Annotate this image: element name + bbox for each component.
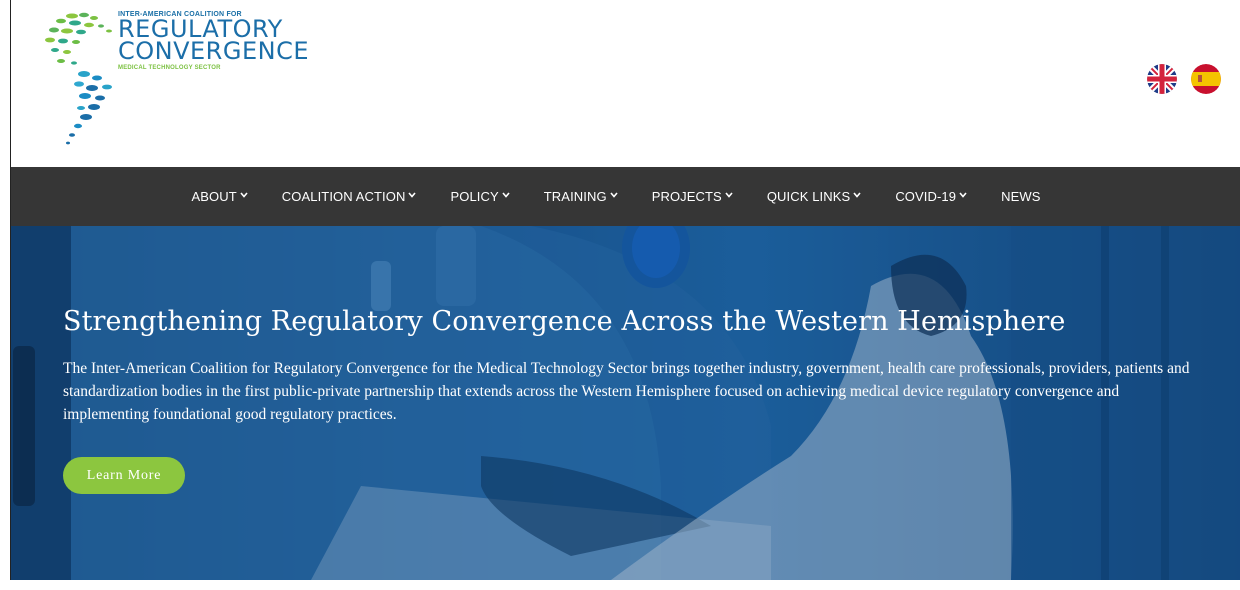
nav-item-label: COALITION ACTION [281, 189, 406, 204]
hero-title: Strengthening Regulatory Convergence Acr… [63, 306, 1066, 337]
uk-flag-icon[interactable] [1147, 64, 1177, 94]
chevron-down-icon [502, 191, 510, 200]
chevron-down-icon [853, 191, 861, 200]
nav-item-label: PROJECTS [651, 189, 722, 204]
nav-item-policy[interactable]: POLICY [433, 189, 526, 204]
language-switcher [1147, 64, 1221, 94]
nav-item-label: TRAINING [543, 189, 607, 204]
nav-item-label: POLICY [450, 189, 499, 204]
main-nav: ABOUT COALITION ACTION POLICY TRAINING PROJE… [11, 167, 1240, 226]
chevron-down-icon [408, 191, 417, 200]
chevron-down-icon [959, 191, 967, 200]
chevron-down-icon [610, 191, 618, 200]
nav-item-label: ABOUT [191, 189, 237, 204]
logo-sector: MEDICAL TECHNOLOGY SECTOR [118, 65, 221, 71]
footer-gap [10, 580, 1240, 590]
site-logo[interactable]: INTER-AMERICAN COALITION FOR REGULATORY … [39, 8, 339, 153]
nav-item-label: NEWS [1001, 189, 1041, 204]
chevron-down-icon [240, 191, 248, 200]
learn-more-button[interactable]: Learn More [63, 457, 185, 494]
logo-line-2: CONVERGENCE [118, 37, 309, 65]
spain-flag-icon[interactable] [1191, 64, 1221, 94]
nav-item-label: COVID-19 [895, 189, 957, 204]
nav-item-coalition-action[interactable]: COALITION ACTION [265, 189, 434, 204]
site-header: INTER-AMERICAN COALITION FOR REGULATORY … [11, 0, 1240, 167]
nav-item-projects[interactable]: PROJECTS [635, 189, 750, 204]
nav-item-training[interactable]: TRAINING [527, 189, 635, 204]
nav-item-about[interactable]: ABOUT [175, 189, 265, 204]
nav-item-quick-links[interactable]: QUICK LINKS [750, 189, 878, 204]
nav-item-news[interactable]: NEWS [984, 189, 1057, 204]
nav-item-label: QUICK LINKS [766, 189, 851, 204]
nav-item-covid-19[interactable]: COVID-19 [878, 189, 984, 204]
hero-description: The Inter-American Coalition for Regulat… [63, 360, 1190, 423]
hero-banner: Strengthening Regulatory Convergence Acr… [11, 226, 1240, 580]
chevron-down-icon [725, 191, 733, 200]
logo-mark-icon [45, 12, 112, 145]
page-frame: INTER-AMERICAN COALITION FOR REGULATORY … [10, 0, 1240, 580]
logo-text: INTER-AMERICAN COALITION FOR REGULATORY … [118, 11, 309, 71]
nav-list: ABOUT COALITION ACTION POLICY TRAINING PROJE… [175, 189, 1058, 204]
